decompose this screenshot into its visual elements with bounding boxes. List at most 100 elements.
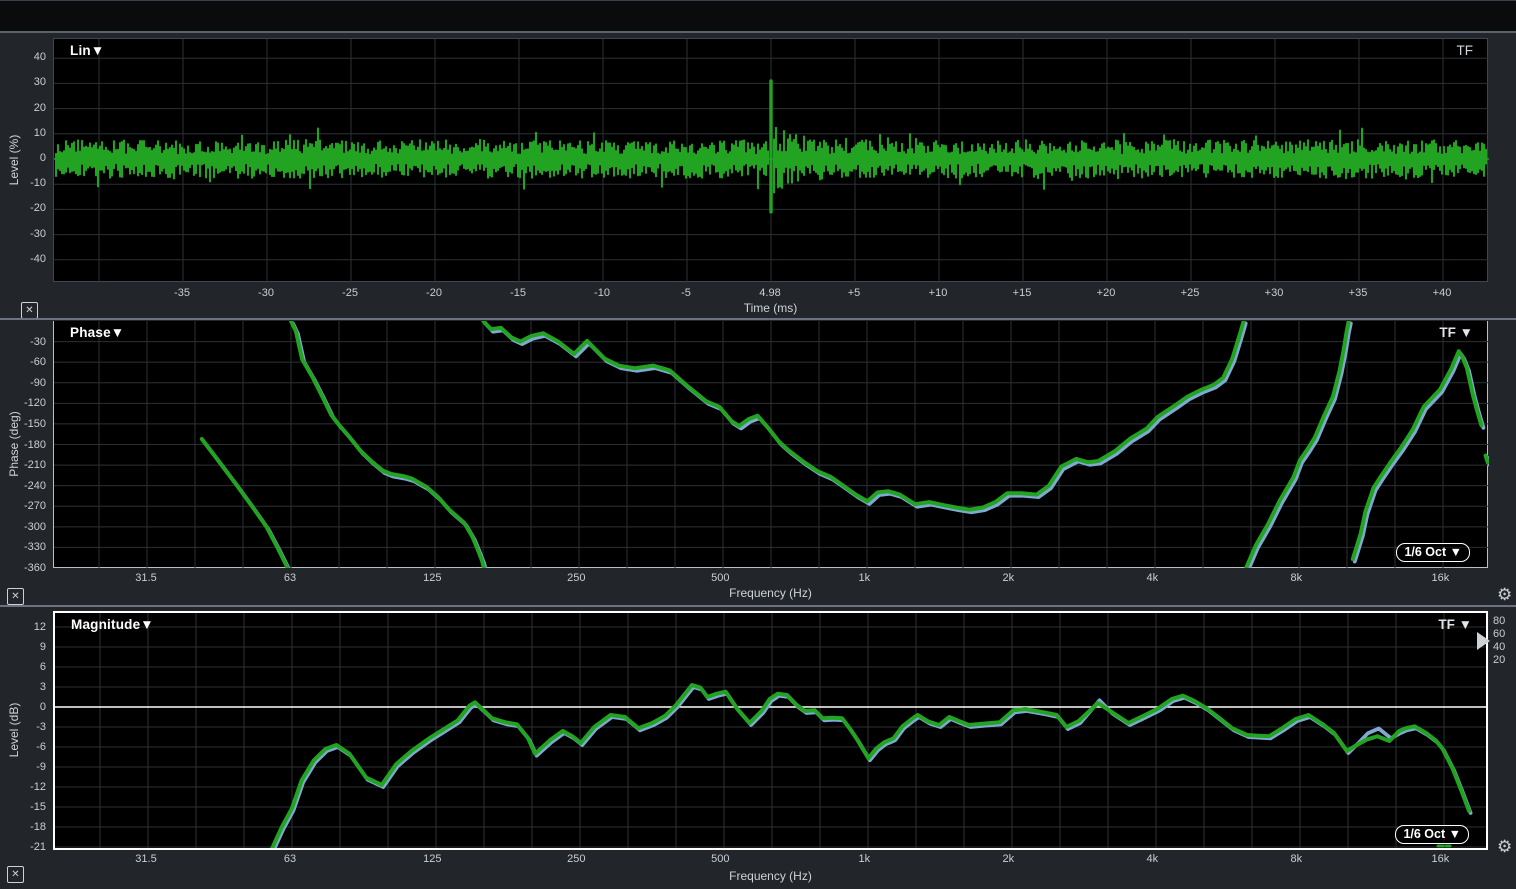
phase-chart xyxy=(54,321,1489,568)
phase-panel-close-icon[interactable]: ✕ xyxy=(7,588,24,605)
tick-label: +5 xyxy=(848,286,861,300)
tick-label: -60 xyxy=(2,355,46,369)
tick-label: 250 xyxy=(567,852,585,866)
tick-label: -21 xyxy=(2,840,46,854)
tick-label: 0 xyxy=(2,700,46,714)
impulse-waveform-chart xyxy=(54,39,1489,283)
tick-label: -30 xyxy=(2,335,46,349)
tick-label: 8k xyxy=(1291,571,1303,585)
tick-label: 8k xyxy=(1291,852,1303,866)
tick-label: -6 xyxy=(2,740,46,754)
tick-label: 2k xyxy=(1003,852,1015,866)
tick-label: 125 xyxy=(423,852,441,866)
tick-label: -30 xyxy=(258,286,274,300)
tick-label: 40 xyxy=(2,50,46,64)
tick-label: 500 xyxy=(711,852,729,866)
magnitude-plot[interactable]: Magnitude▼ TF ▼ 1/6 Oct ▼ xyxy=(53,611,1488,850)
tick-label: 30 xyxy=(2,75,46,89)
coherence-scale-value: 40 xyxy=(1493,641,1505,654)
tick-label: 3 xyxy=(2,680,46,694)
close-icon: ✕ xyxy=(25,305,33,316)
close-icon: ✕ xyxy=(11,869,19,880)
tick-label: 125 xyxy=(423,571,441,585)
tick-label: -20 xyxy=(2,201,46,215)
tick-label: 10 xyxy=(2,126,46,140)
tick-label: 16k xyxy=(1431,852,1449,866)
tick-label: -300 xyxy=(2,520,46,534)
tick-label: 63 xyxy=(284,571,296,585)
impulse-plot[interactable]: Lin▼ TF xyxy=(53,38,1488,282)
tick-label: +10 xyxy=(929,286,948,300)
tick-label: -10 xyxy=(594,286,610,300)
magnitude-settings-gear-icon[interactable]: ⚙ xyxy=(1497,838,1512,855)
tick-label: +30 xyxy=(1265,286,1284,300)
tick-label: 2k xyxy=(1003,571,1015,585)
tick-label: +20 xyxy=(1097,286,1116,300)
tick-label: -150 xyxy=(2,417,46,431)
tick-label: +25 xyxy=(1181,286,1200,300)
tick-label: -12 xyxy=(2,780,46,794)
tick-label: +40 xyxy=(1433,286,1452,300)
phase-smoothing-dropdown[interactable]: 1/6 Oct ▼ xyxy=(1396,543,1470,562)
coherence-scale-value: 20 xyxy=(1493,654,1505,667)
tick-label: -3 xyxy=(2,720,46,734)
tick-label: 16k xyxy=(1431,571,1449,585)
tick-label: 250 xyxy=(567,571,585,585)
magnitude-x-axis-title: Frequency (Hz) xyxy=(53,869,1488,883)
phase-x-axis-title: Frequency (Hz) xyxy=(53,586,1488,600)
top-toolbar xyxy=(0,0,1516,33)
phase-type-dropdown[interactable]: Phase▼ xyxy=(70,325,124,340)
tick-label: -15 xyxy=(510,286,526,300)
tick-label: 4k xyxy=(1147,571,1159,585)
tick-label: 63 xyxy=(284,852,296,866)
tick-label: 9 xyxy=(2,640,46,654)
tick-label: -270 xyxy=(2,499,46,513)
tick-label: 1k xyxy=(859,852,871,866)
magnitude-panel-close-icon[interactable]: ✕ xyxy=(7,866,24,883)
tick-label: -330 xyxy=(2,540,46,554)
tick-label: 20 xyxy=(2,101,46,115)
impulse-trace-label[interactable]: TF xyxy=(1457,43,1474,58)
tick-label: -360 xyxy=(2,561,46,575)
tick-label: 4.98 xyxy=(759,286,780,300)
tick-label: +15 xyxy=(1013,286,1032,300)
impulse-x-axis-title: Time (ms) xyxy=(53,301,1488,315)
tick-label: 1k xyxy=(859,571,871,585)
phase-plot[interactable]: Phase▼ TF ▼ 1/6 Oct ▼ xyxy=(53,321,1488,568)
tick-label: 0 xyxy=(2,151,46,165)
coherence-scale-handle-icon[interactable] xyxy=(1477,632,1490,650)
magnitude-type-dropdown[interactable]: Magnitude▼ xyxy=(71,617,154,632)
tick-label: -15 xyxy=(2,800,46,814)
tick-label: -35 xyxy=(174,286,190,300)
tick-label: -18 xyxy=(2,820,46,834)
phase-trace-dropdown[interactable]: TF ▼ xyxy=(1439,325,1473,340)
phase-settings-gear-icon[interactable]: ⚙ xyxy=(1497,586,1512,603)
magnitude-smoothing-dropdown[interactable]: 1/6 Oct ▼ xyxy=(1395,825,1469,844)
tick-label: -120 xyxy=(2,396,46,410)
tick-label: -10 xyxy=(2,176,46,190)
impulse-panel-close-icon[interactable]: ✕ xyxy=(21,302,38,319)
coherence-scale-value: 60 xyxy=(1493,628,1505,641)
tick-label: -20 xyxy=(426,286,442,300)
tick-label: 31.5 xyxy=(135,571,156,585)
magnitude-chart xyxy=(55,613,1486,848)
coherence-scale-value: 80 xyxy=(1493,615,1505,628)
tick-label: 31.5 xyxy=(135,852,156,866)
tick-label: -5 xyxy=(681,286,691,300)
impulse-type-dropdown[interactable]: Lin▼ xyxy=(70,43,104,58)
tick-label: -210 xyxy=(2,458,46,472)
magnitude-trace-dropdown[interactable]: TF ▼ xyxy=(1438,617,1472,632)
tick-label: +35 xyxy=(1349,286,1368,300)
tick-label: -240 xyxy=(2,479,46,493)
tick-label: 4k xyxy=(1147,852,1159,866)
close-icon: ✕ xyxy=(11,591,19,602)
tick-label: -40 xyxy=(2,252,46,266)
tick-label: -25 xyxy=(342,286,358,300)
panel-separator xyxy=(0,318,1516,320)
tick-label: -9 xyxy=(2,760,46,774)
tick-label: -180 xyxy=(2,438,46,452)
tick-label: 12 xyxy=(2,620,46,634)
tick-label: -90 xyxy=(2,376,46,390)
analyzer-window: Lin▼ TF Level (%) 403020100-10-20-30-40 … xyxy=(0,0,1516,889)
tick-label: -30 xyxy=(2,227,46,241)
